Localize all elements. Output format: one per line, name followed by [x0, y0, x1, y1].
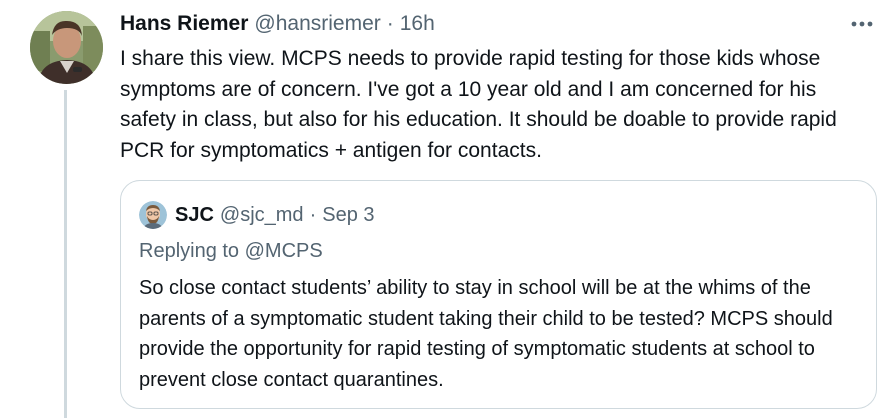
avatar[interactable]: [30, 11, 103, 84]
quoted-timestamp[interactable]: Sep 3: [322, 201, 374, 229]
tweet-header: Hans Riemer @hansriemer · 16h: [120, 10, 435, 38]
quoted-user-handle[interactable]: @sjc_md: [220, 201, 304, 229]
quoted-display-name[interactable]: SJC: [175, 201, 214, 229]
quoted-tweet-header: SJC @sjc_md · Sep 3: [139, 201, 375, 229]
replying-to[interactable]: Replying to @MCPS: [139, 237, 323, 265]
more-horizontal-icon: [851, 21, 873, 27]
tweet-text: I share this view. MCPS needs to provide…: [120, 47, 837, 162]
user-handle[interactable]: @hansriemer: [254, 10, 380, 38]
thread-line: [64, 90, 67, 418]
more-button[interactable]: [848, 14, 876, 34]
quoted-tweet-text: So close contact students’ ability to st…: [139, 277, 833, 391]
timestamp[interactable]: 16h: [400, 10, 435, 38]
quoted-avatar[interactable]: [139, 201, 167, 229]
quoted-tweet[interactable]: SJC @sjc_md · Sep 3 Replying to @MCPS So…: [120, 180, 877, 409]
separator-dot: ·: [386, 12, 394, 35]
quoted-separator-dot: ·: [309, 204, 317, 226]
display-name[interactable]: Hans Riemer: [120, 10, 248, 38]
tweet[interactable]: Hans Riemer @hansriemer · 16h I share th…: [0, 0, 890, 418]
